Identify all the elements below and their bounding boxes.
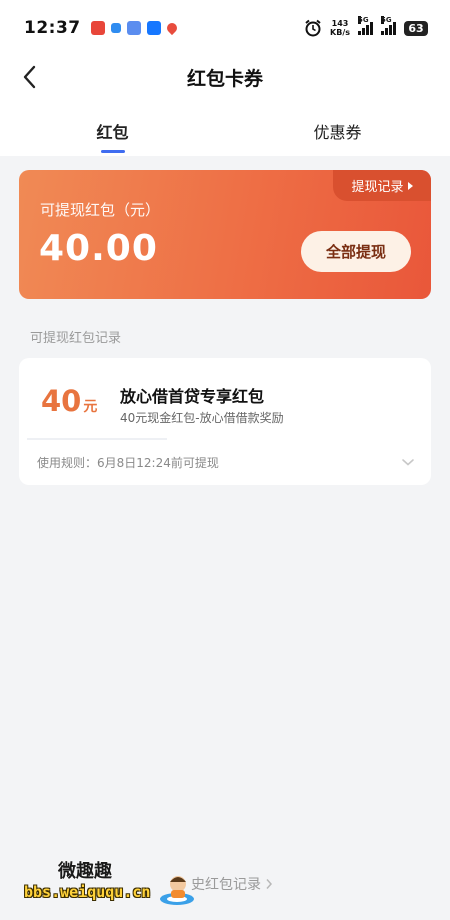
status-time: 12:37 — [24, 18, 81, 38]
tab-red-packet[interactable]: 红包 — [0, 98, 225, 156]
navigation-header: 红包卡券 — [0, 56, 450, 98]
net-speed-unit: KB/s — [330, 28, 350, 37]
signal-label: 5G — [381, 16, 392, 24]
watermark-url: bbs.weiququ.cn — [24, 883, 151, 901]
net-speed-value: 143 — [331, 19, 349, 28]
location-icon — [164, 20, 179, 36]
red-packet-card[interactable]: 40 元 放心借首贷专享红包 40元现金红包-放心借借款奖励 使用规则：6月8日1… — [19, 358, 431, 485]
tab-label: 优惠券 — [313, 123, 362, 142]
withdrawable-balance-card: 提现记录 可提现红包（元） 40.00 全部提现 — [19, 170, 431, 299]
usage-rule: 使用规则：6月8日12:24前可提现 — [37, 456, 219, 470]
chevron-right-icon — [266, 879, 273, 889]
red-packet-summary: 40 元 放心借首贷专享红包 40元现金红包-放心借借款奖励 — [19, 358, 431, 425]
history-link-label: 史红包记录 — [191, 877, 261, 893]
app-notification-icon — [90, 21, 105, 35]
status-bar: 12:37 143 KB/s 5G 5G 63 — [0, 0, 450, 56]
withdraw-all-button[interactable]: 全部提现 — [301, 231, 411, 272]
signal-icon: 5G — [358, 16, 373, 35]
alarm-icon — [305, 19, 321, 37]
balance-label: 可提现红包（元） — [40, 201, 161, 219]
section-label: 可提现红包记录 — [30, 331, 122, 346]
signal-label: 5G — [358, 16, 369, 24]
balance-amount: 40.00 — [39, 228, 158, 269]
app-notification-icon — [126, 21, 141, 35]
net-speed: 143 KB/s — [330, 19, 350, 37]
tab-label: 红包 — [96, 123, 129, 142]
active-tab-indicator — [100, 150, 125, 153]
withdraw-record-link[interactable]: 提现记录 — [333, 170, 431, 201]
chevron-down-icon[interactable] — [401, 457, 415, 467]
divider — [27, 438, 167, 440]
signal-icon: 5G — [381, 16, 396, 35]
red-packet-description: 40元现金红包-放心借借款奖励 — [120, 411, 284, 425]
alipay-icon — [146, 21, 161, 35]
notification-icons — [90, 20, 179, 36]
tab-coupons[interactable]: 优惠券 — [225, 98, 450, 156]
page-title: 红包卡券 — [186, 68, 263, 90]
battery-indicator: 63 — [404, 20, 428, 36]
red-packet-amount-number: 40 — [41, 384, 82, 418]
app-notification-icon — [110, 23, 121, 33]
red-packet-title: 放心借首贷专享红包 — [120, 387, 265, 406]
history-red-packet-link[interactable]: 史红包记录 — [191, 874, 273, 894]
red-packet-amount: 40 元 — [41, 384, 97, 418]
withdraw-record-label: 提现记录 — [351, 180, 404, 195]
watermark-title: 微趣趣 — [58, 861, 112, 882]
caret-right-icon — [407, 181, 413, 190]
red-packet-amount-unit: 元 — [83, 399, 98, 415]
site-watermark: 微趣趣 bbs.weiququ.cn — [6, 845, 206, 915]
tab-bar: 红包 优惠券 — [0, 98, 450, 156]
